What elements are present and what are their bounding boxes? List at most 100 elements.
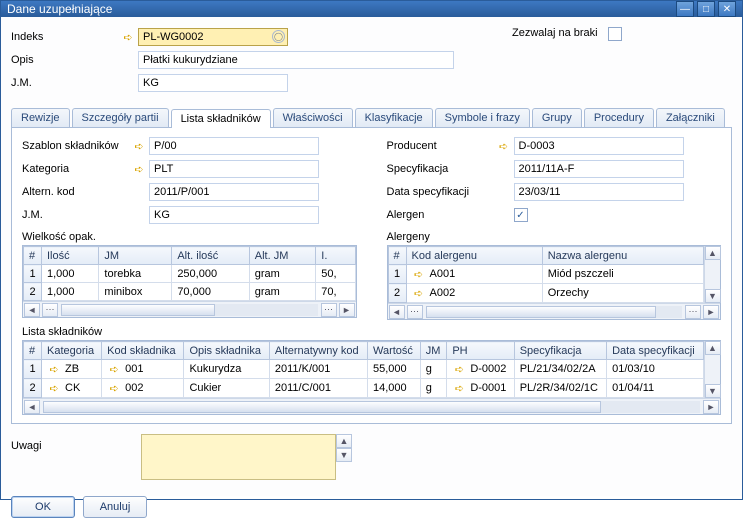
cell[interactable]: minibox [99,283,172,301]
cell[interactable]: 70, [316,283,355,301]
table-row[interactable]: 1 1,000 torebka 250,000 gram 50, [24,265,356,283]
indeks-input[interactable] [138,28,288,46]
cell[interactable]: PL/21/34/02/2A [514,360,606,379]
jm-input[interactable] [138,74,288,92]
col-ilosc[interactable]: Ilość [42,247,99,265]
col-num[interactable]: # [388,247,406,265]
col-num[interactable]: # [24,247,42,265]
cell[interactable]: ➪D-0001 [447,379,514,398]
cell[interactable]: 1,000 [42,265,99,283]
vscrollbar[interactable]: ▲ ▼ [704,246,720,303]
cell[interactable]: ➪CK [42,379,102,398]
cell[interactable]: ➪001 [102,360,184,379]
cell[interactable]: 14,000 [368,379,421,398]
col[interactable]: Kod składnika [102,342,184,360]
maximize-button[interactable]: □ [697,1,715,17]
kategoria-input[interactable] [149,160,319,178]
table-row[interactable]: 1 ➪ZB ➪001 Kukurydza 2011/K/001 55,000 g… [24,360,704,379]
col[interactable]: Kategoria [42,342,102,360]
col-kod[interactable]: Kod alergenu [406,247,542,265]
scroll-step-icon[interactable]: ⋯ [407,305,423,319]
col[interactable]: JM [420,342,447,360]
scroll-thumb[interactable] [61,304,215,316]
cell[interactable]: g [420,360,447,379]
scroll-up-icon[interactable]: ▲ [705,246,721,260]
cell[interactable]: Kukurydza [184,360,269,379]
scroll-left-icon[interactable]: ◄ [24,303,40,317]
table-row[interactable]: 1 ➪A001 Miód pszczeli [388,265,704,284]
vscrollbar[interactable]: ▲ ▼ [704,341,720,398]
scroll-left-icon[interactable]: ◄ [24,400,40,414]
opis-input[interactable] [138,51,454,69]
tab-rewizje[interactable]: Rewizje [11,108,70,127]
hscrollbar[interactable]: ◄ ⋯ ⋯ ► [388,303,721,319]
scroll-step-icon[interactable]: ⋯ [321,303,337,317]
altkod-input[interactable] [149,183,319,201]
cell[interactable]: ➪D-0002 [447,360,514,379]
cell[interactable]: ➪A002 [406,284,542,303]
cell[interactable]: g [420,379,447,398]
cell[interactable]: 250,000 [172,265,249,283]
alergen-checkbox[interactable]: ✓ [514,208,528,222]
tab-symbole[interactable]: Symbole i frazy [435,108,530,127]
jm2-input[interactable] [149,206,319,224]
tab-grupy[interactable]: Grupy [532,108,582,127]
cell[interactable]: 55,000 [368,360,421,379]
tab-klasyfikacje[interactable]: Klasyfikacje [355,108,433,127]
scroll-down-icon[interactable]: ▼ [705,289,721,303]
cell[interactable]: PL/2R/34/02/1C [514,379,606,398]
minimize-button[interactable]: — [676,1,694,17]
scroll-thumb[interactable] [43,401,601,413]
col[interactable]: Data specyfikacji [607,342,704,360]
tab-procedury[interactable]: Procedury [584,108,654,127]
tab-wlasciwosci[interactable]: Właściwości [273,108,353,127]
col[interactable]: Opis składnika [184,342,269,360]
tab-lista-skladnikow[interactable]: Lista składników [171,109,271,128]
spec-input[interactable] [514,160,684,178]
scroll-up-icon[interactable]: ▲ [336,434,352,448]
scroll-right-icon[interactable]: ► [703,305,719,319]
uwagi-textarea[interactable] [141,434,336,480]
tab-zalaczniki[interactable]: Załączniki [656,108,725,127]
cell[interactable]: 50, [316,265,355,283]
cell[interactable]: Orzechy [542,284,703,303]
zezwalaj-checkbox[interactable] [608,27,622,41]
hscrollbar[interactable]: ◄ ⋯ ⋯ ► [23,301,356,317]
cell[interactable]: Cukier [184,379,269,398]
scroll-thumb[interactable] [426,306,657,318]
cell[interactable]: gram [249,283,316,301]
scroll-up-icon[interactable]: ▲ [705,341,721,355]
lookup-icon[interactable]: ◯ [272,30,285,43]
cell[interactable]: ➪ZB [42,360,102,379]
table-row[interactable]: 2 ➪A002 Orzechy [388,284,704,303]
col-jm[interactable]: JM [99,247,172,265]
anuluj-button[interactable]: Anuluj [83,496,147,518]
table-row[interactable]: 2 ➪CK ➪002 Cukier 2011/C/001 14,000 g ➪D… [24,379,704,398]
cell[interactable]: 1,000 [42,283,99,301]
cell[interactable]: torebka [99,265,172,283]
cell[interactable]: 01/03/10 [607,360,704,379]
dataspec-input[interactable] [514,183,684,201]
scroll-right-icon[interactable]: ► [339,303,355,317]
col-nazwa[interactable]: Nazwa alergenu [542,247,703,265]
col-i[interactable]: I. [316,247,355,265]
szablon-input[interactable] [149,137,319,155]
cell[interactable]: 2011/C/001 [269,379,367,398]
cell[interactable]: 2011/K/001 [269,360,367,379]
tab-szczegoly[interactable]: Szczegóły partii [72,108,169,127]
cell[interactable]: gram [249,265,316,283]
col-altjm[interactable]: Alt. JM [249,247,316,265]
scroll-step-icon[interactable]: ⋯ [685,305,701,319]
scroll-step-icon[interactable]: ⋯ [42,303,58,317]
cell[interactable]: Miód pszczeli [542,265,703,284]
cell[interactable]: ➪002 [102,379,184,398]
scroll-down-icon[interactable]: ▼ [705,384,721,398]
col[interactable]: PH [447,342,514,360]
close-button[interactable]: ✕ [718,1,736,17]
col-altilosc[interactable]: Alt. ilość [172,247,249,265]
table-row[interactable]: 2 1,000 minibox 70,000 gram 70, [24,283,356,301]
hscrollbar[interactable]: ◄ ► [23,398,720,414]
cell[interactable]: ➪A001 [406,265,542,284]
scroll-down-icon[interactable]: ▼ [336,448,352,462]
cell[interactable]: 01/04/11 [607,379,704,398]
